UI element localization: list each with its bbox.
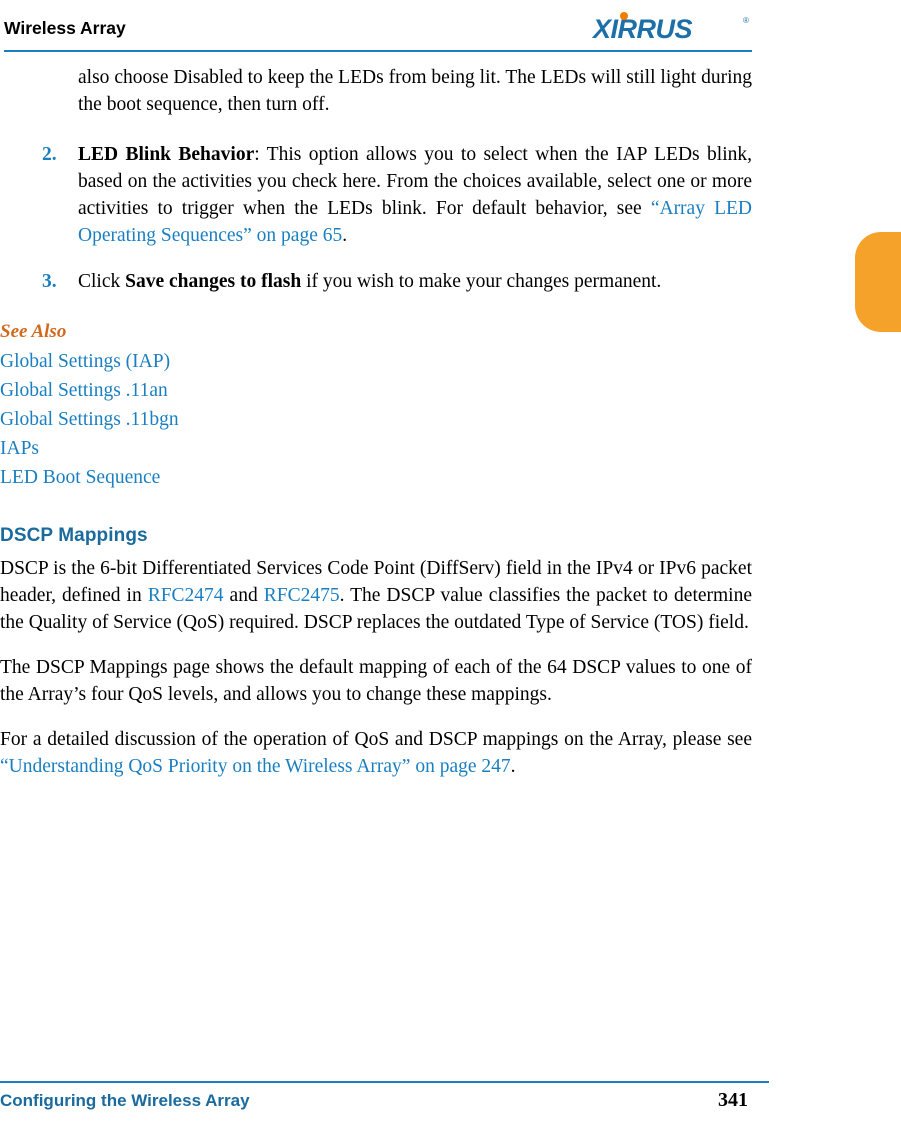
page-footer: Configuring the Wireless Array 341 — [0, 1077, 901, 1137]
footer-divider — [0, 1081, 769, 1083]
logo-dot-icon — [620, 12, 628, 20]
list-item-number: 2. — [42, 144, 57, 165]
paragraph-dscp-mappings-page: The DSCP Mappings page shows the default… — [0, 657, 752, 705]
document-page: Wireless Array XIRRUS ® also choose Disa… — [0, 0, 901, 1137]
see-also-list: Global Settings (IAP) Global Settings .1… — [0, 347, 901, 492]
list-item-tail: if you wish to make your changes permane… — [301, 271, 662, 292]
continued-paragraph: also choose Disabled to keep the LEDs fr… — [78, 67, 752, 115]
page-content: also choose Disabled to keep the LEDs fr… — [0, 60, 901, 780]
list-item-text-tail: . — [342, 225, 348, 246]
xirrus-logo: XIRRUS ® — [593, 12, 753, 44]
see-also-link[interactable]: Global Settings .11bgn — [0, 405, 901, 434]
paragraph-qos-reference: For a detailed discussion of the operati… — [0, 726, 752, 780]
paragraph-text: and — [223, 585, 264, 606]
header-title: Wireless Array — [4, 18, 126, 38]
logo-wordmark: XIRRUS — [593, 14, 693, 44]
paragraph-dscp-definition: DSCP is the 6-bit Differentiated Service… — [0, 555, 752, 636]
footer-title: Configuring the Wireless Array — [0, 1091, 250, 1110]
header-divider — [4, 50, 752, 52]
list-item: 2. LED Blink Behavior: This option allow… — [0, 141, 752, 249]
page-number: 341 — [718, 1089, 748, 1111]
see-also-link[interactable]: LED Boot Sequence — [0, 463, 901, 492]
list-item: 3. Click Save changes to flash if you wi… — [0, 268, 752, 295]
section-heading: DSCP Mappings — [0, 525, 148, 546]
see-also-heading: See Also — [0, 321, 67, 342]
list-item-bold-label: Save changes to flash — [125, 271, 302, 292]
see-also-link[interactable]: Global Settings (IAP) — [0, 347, 901, 376]
list-item-title: LED Blink Behavior — [78, 144, 255, 165]
page-header: Wireless Array XIRRUS ® — [0, 0, 901, 52]
list-item-number: 3. — [42, 271, 57, 292]
see-also-link[interactable]: IAPs — [0, 434, 901, 463]
see-also-link[interactable]: Global Settings .11an — [0, 376, 901, 405]
paragraph-text: . — [510, 756, 516, 777]
list-item-lead: Click — [78, 271, 126, 292]
qos-cross-reference-link[interactable]: “Understanding QoS Priority on the Wirel… — [0, 756, 511, 777]
rfc2475-link[interactable]: RFC2475 — [264, 585, 340, 606]
paragraph-text: For a detailed discussion of the operati… — [0, 729, 752, 750]
rfc2474-link[interactable]: RFC2474 — [148, 585, 224, 606]
logo-registered-icon: ® — [743, 16, 749, 25]
